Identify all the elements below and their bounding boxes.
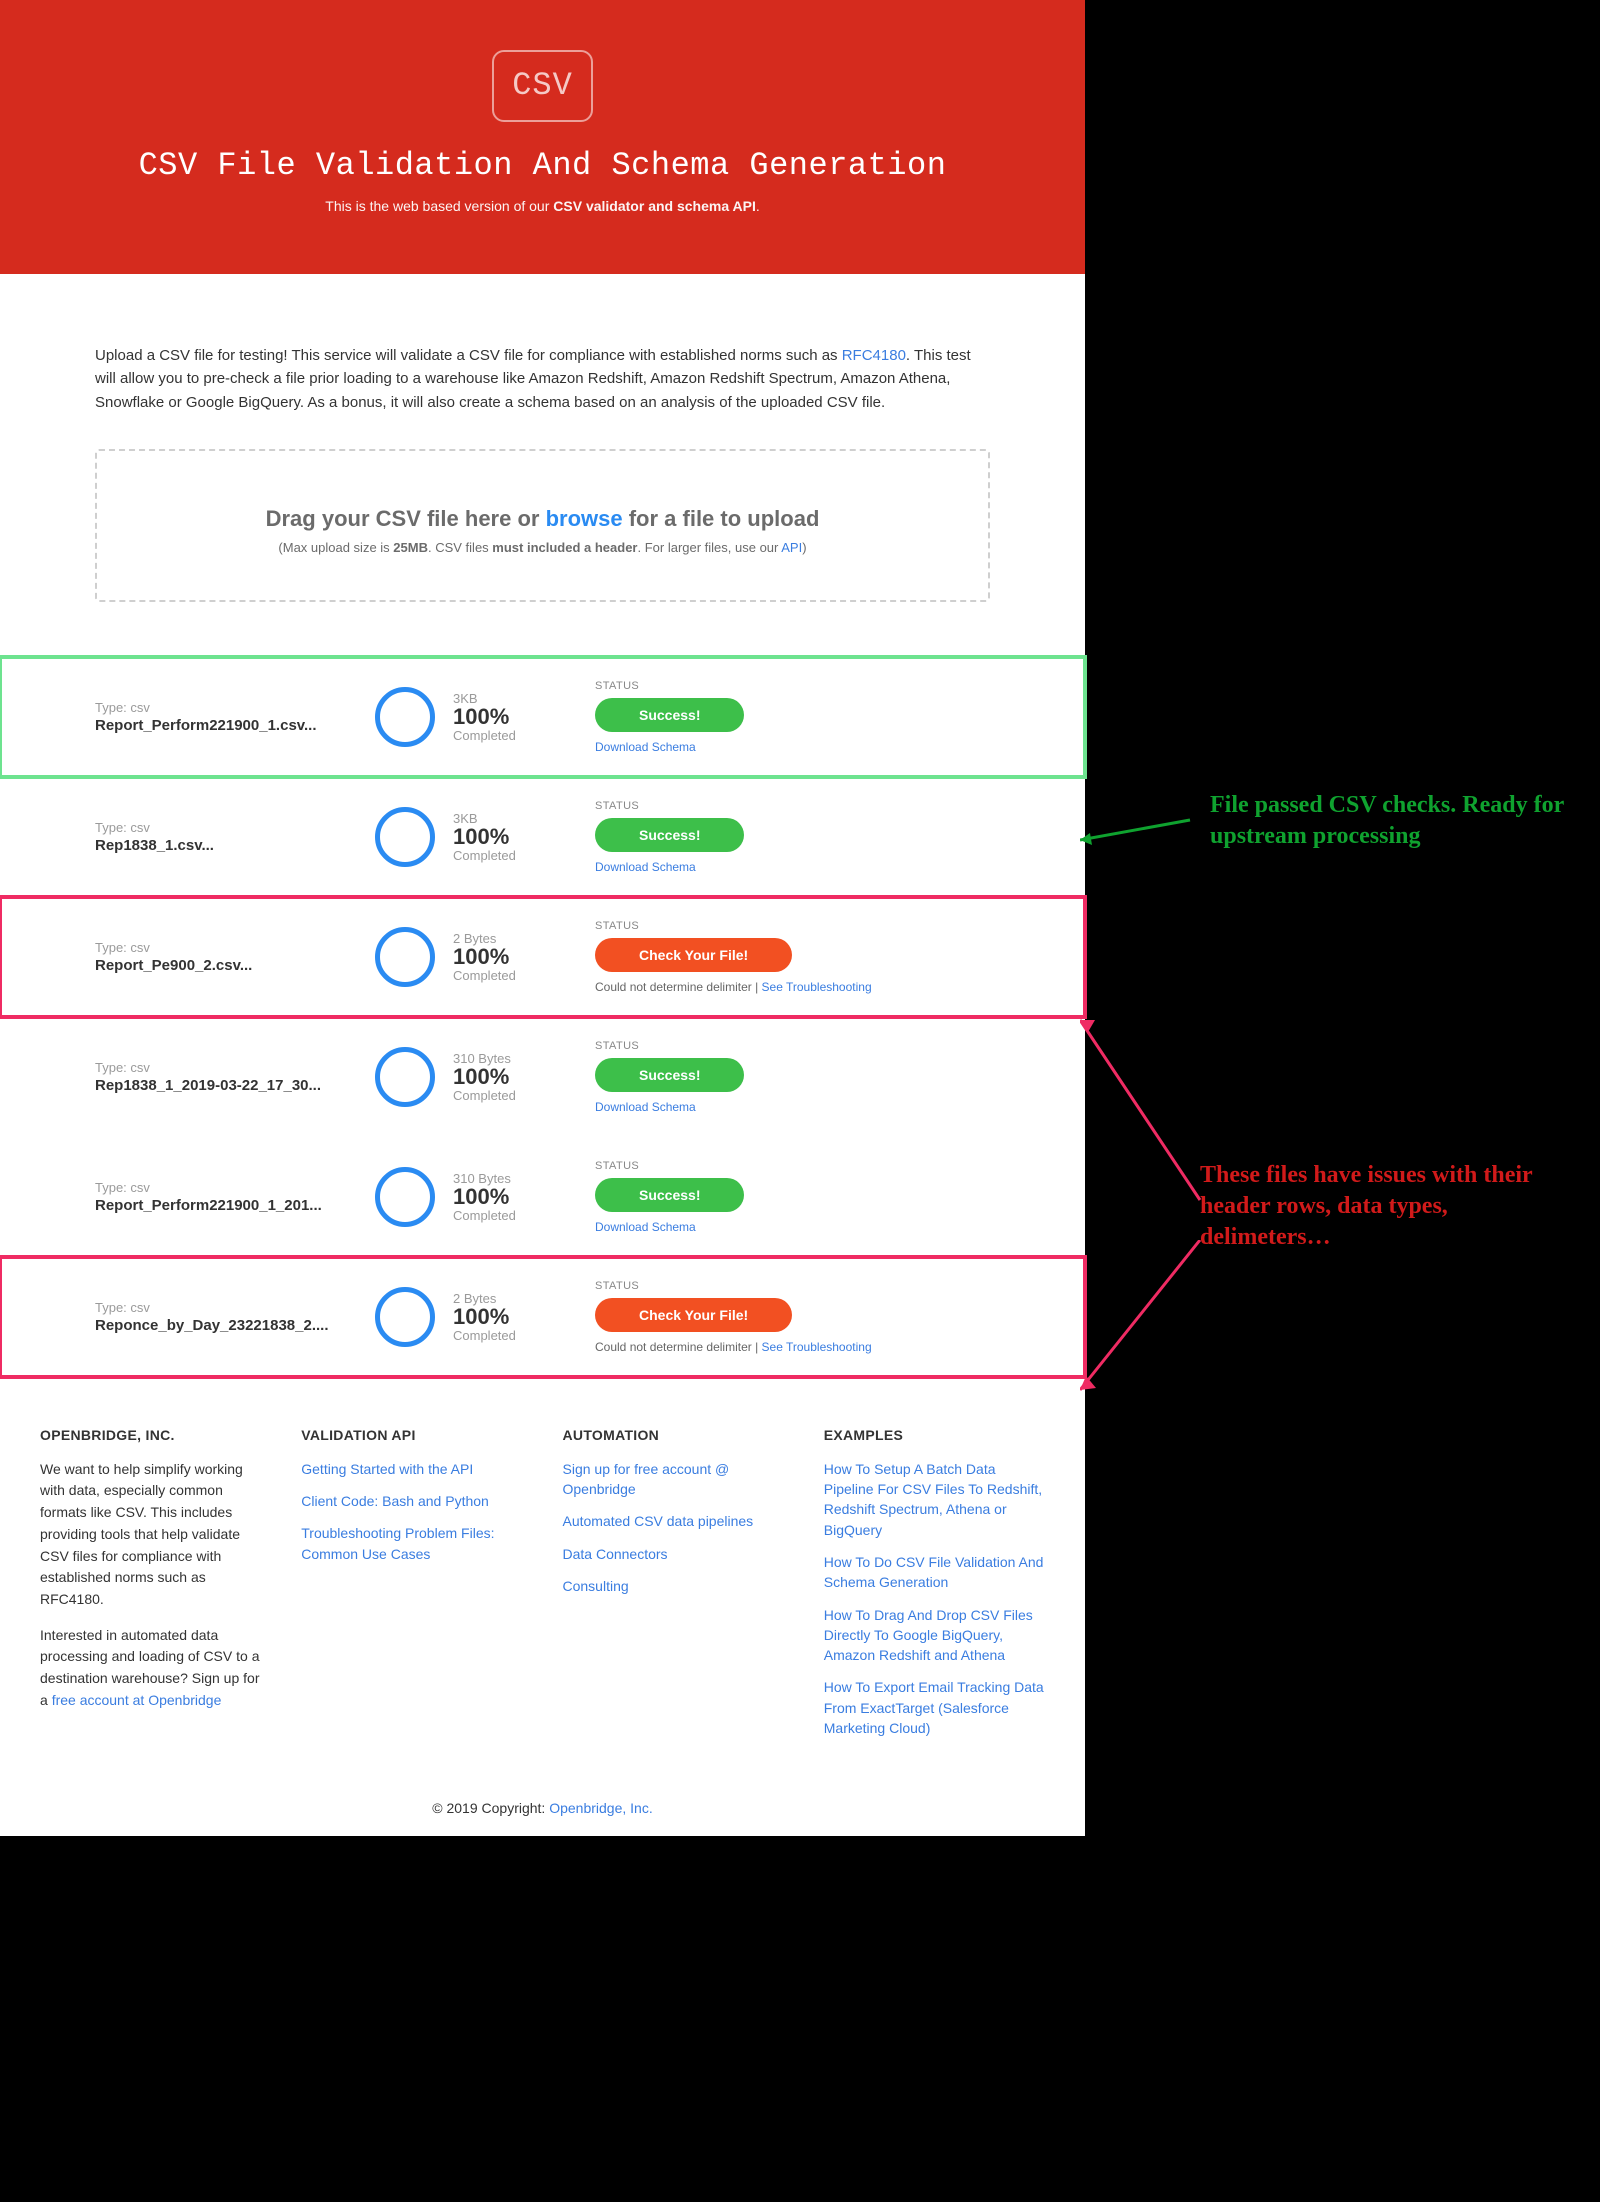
file-percent: 100% <box>453 946 516 968</box>
file-row: Type: csv Rep1838_1_2019-03-22_17_30... … <box>0 1017 1085 1137</box>
page-title: CSV File Validation And Schema Generatio… <box>20 147 1065 184</box>
footer-text: We want to help simplify working with da… <box>40 1459 261 1611</box>
footer-heading: EXAMPLES <box>824 1427 1045 1443</box>
progress-circle-icon <box>375 1047 435 1107</box>
file-type: Type: csv <box>95 1060 375 1075</box>
footer-link[interactable]: Client Code: Bash and Python <box>301 1491 522 1511</box>
file-list: Type: csv Report_Perform221900_1.csv... … <box>0 657 1085 1377</box>
file-extra: Download Schema <box>595 860 990 874</box>
file-name: Rep1838_1.csv... <box>95 837 375 854</box>
footer: OPENBRIDGE, INC. We want to help simplif… <box>0 1377 1085 1781</box>
footer-col-automation: AUTOMATION Sign up for free account @ Op… <box>563 1427 784 1751</box>
progress-circle-icon <box>375 1287 435 1347</box>
csv-icon: CSV <box>492 50 593 122</box>
status-label: STATUS <box>595 920 990 932</box>
file-completed-label: Completed <box>453 968 516 983</box>
download-schema-link[interactable]: Download Schema <box>595 740 696 754</box>
status-label: STATUS <box>595 1040 990 1052</box>
file-type: Type: csv <box>95 1180 375 1195</box>
footer-heading: VALIDATION API <box>301 1427 522 1443</box>
file-row: Type: csv Rep1838_1.csv... 3KB 100% Comp… <box>0 777 1085 897</box>
footer-col-about: OPENBRIDGE, INC. We want to help simplif… <box>40 1427 261 1751</box>
status-success-pill[interactable]: Success! <box>595 1058 744 1092</box>
status-success-pill[interactable]: Success! <box>595 1178 744 1212</box>
dropzone-title: Drag your CSV file here or browse for a … <box>117 506 968 532</box>
annotation-issues: These files have issues with their heade… <box>1200 1160 1580 1254</box>
footer-link[interactable]: How To Do CSV File Validation And Schema… <box>824 1552 1045 1593</box>
file-completed-label: Completed <box>453 728 516 743</box>
file-percent: 100% <box>453 1066 516 1088</box>
file-percent: 100% <box>453 1306 516 1328</box>
intro-text: Upload a CSV file for testing! This serv… <box>95 344 990 414</box>
file-extra: Download Schema <box>595 740 990 754</box>
file-completed-label: Completed <box>453 1328 516 1343</box>
status-label: STATUS <box>595 800 990 812</box>
file-type: Type: csv <box>95 940 375 955</box>
status-label: STATUS <box>595 680 990 692</box>
file-type: Type: csv <box>95 1300 375 1315</box>
browse-link[interactable]: browse <box>546 506 623 531</box>
progress-circle-icon <box>375 687 435 747</box>
file-name: Report_Perform221900_1.csv... <box>95 717 375 734</box>
footer-link[interactable]: Getting Started with the API <box>301 1459 522 1479</box>
footer-text: Interested in automated data processing … <box>40 1625 261 1712</box>
status-success-pill[interactable]: Success! <box>595 818 744 852</box>
file-percent: 100% <box>453 826 516 848</box>
footer-link[interactable]: How To Drag And Drop CSV Files Directly … <box>824 1605 1045 1666</box>
footer-link[interactable]: Data Connectors <box>563 1544 784 1564</box>
file-extra: Could not determine delimiter | See Trou… <box>595 980 990 994</box>
download-schema-link[interactable]: Download Schema <box>595 860 696 874</box>
rfc4180-link[interactable]: RFC4180 <box>842 347 906 364</box>
file-extra: Could not determine delimiter | See Trou… <box>595 1340 990 1354</box>
file-name: Reponce_by_Day_23221838_2.... <box>95 1317 375 1334</box>
footer-link[interactable]: Automated CSV data pipelines <box>563 1511 784 1531</box>
file-name: Rep1838_1_2019-03-22_17_30... <box>95 1077 375 1094</box>
file-completed-label: Completed <box>453 1208 516 1223</box>
copyright-link[interactable]: Openbridge, Inc. <box>549 1800 653 1816</box>
status-label: STATUS <box>595 1280 990 1292</box>
file-name: Report_Perform221900_1_201... <box>95 1197 375 1214</box>
footer-heading: AUTOMATION <box>563 1427 784 1443</box>
file-percent: 100% <box>453 706 516 728</box>
footer-col-validation: VALIDATION API Getting Started with the … <box>301 1427 522 1751</box>
file-name: Report_Pe900_2.csv... <box>95 957 375 974</box>
dropzone-subtitle: (Max upload size is 25MB. CSV files must… <box>117 540 968 555</box>
file-row: Type: csv Reponce_by_Day_23221838_2.... … <box>0 1257 1085 1377</box>
status-error-pill[interactable]: Check Your File! <box>595 1298 792 1332</box>
footer-heading: OPENBRIDGE, INC. <box>40 1427 261 1443</box>
status-success-pill[interactable]: Success! <box>595 698 744 732</box>
status-label: STATUS <box>595 1160 990 1172</box>
copyright: © 2019 Copyright: Openbridge, Inc. <box>0 1780 1085 1836</box>
free-account-link[interactable]: free account at Openbridge <box>52 1692 222 1708</box>
page-subtitle: This is the web based version of our CSV… <box>20 198 1065 214</box>
download-schema-link[interactable]: Download Schema <box>595 1100 696 1114</box>
file-type: Type: csv <box>95 700 375 715</box>
footer-link[interactable]: Sign up for free account @ Openbridge <box>563 1459 784 1500</box>
file-row: Type: csv Report_Perform221900_1_201... … <box>0 1137 1085 1257</box>
footer-link[interactable]: Consulting <box>563 1576 784 1596</box>
annotation-passed: File passed CSV checks. Ready for upstre… <box>1210 790 1590 852</box>
hero-banner: CSV CSV File Validation And Schema Gener… <box>0 0 1085 274</box>
see-troubleshooting-link[interactable]: See Troubleshooting <box>762 980 872 994</box>
file-row: Type: csv Report_Perform221900_1.csv... … <box>0 657 1085 777</box>
file-row: Type: csv Report_Pe900_2.csv... 2 Bytes … <box>0 897 1085 1017</box>
progress-circle-icon <box>375 807 435 867</box>
see-troubleshooting-link[interactable]: See Troubleshooting <box>762 1340 872 1354</box>
footer-link[interactable]: How To Export Email Tracking Data From E… <box>824 1677 1045 1738</box>
footer-col-examples: EXAMPLES How To Setup A Batch Data Pipel… <box>824 1427 1045 1751</box>
file-percent: 100% <box>453 1186 516 1208</box>
footer-link[interactable]: Troubleshooting Problem Files: Common Us… <box>301 1523 522 1564</box>
file-completed-label: Completed <box>453 848 516 863</box>
footer-link[interactable]: How To Setup A Batch Data Pipeline For C… <box>824 1459 1045 1540</box>
dropzone[interactable]: Drag your CSV file here or browse for a … <box>95 449 990 602</box>
status-error-pill[interactable]: Check Your File! <box>595 938 792 972</box>
file-completed-label: Completed <box>453 1088 516 1103</box>
file-extra: Download Schema <box>595 1220 990 1234</box>
api-link[interactable]: API <box>781 540 802 555</box>
file-type: Type: csv <box>95 820 375 835</box>
progress-circle-icon <box>375 1167 435 1227</box>
progress-circle-icon <box>375 927 435 987</box>
download-schema-link[interactable]: Download Schema <box>595 1220 696 1234</box>
file-extra: Download Schema <box>595 1100 990 1114</box>
